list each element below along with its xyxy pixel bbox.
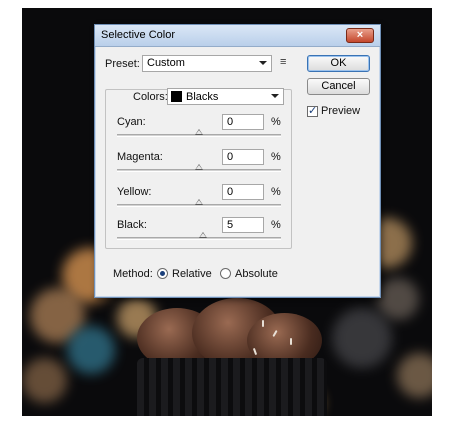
magenta-slider-thumb[interactable] xyxy=(195,164,203,170)
bokeh-light xyxy=(377,278,419,320)
bokeh-light xyxy=(67,326,115,374)
magenta-label: Magenta: xyxy=(117,151,163,163)
bokeh-light xyxy=(397,353,432,398)
preview-label: Preview xyxy=(321,105,361,117)
preview-checkbox[interactable]: ✓ xyxy=(307,105,318,117)
yellow-slider-thumb[interactable] xyxy=(195,199,203,205)
magenta-field[interactable]: 0 xyxy=(222,149,264,165)
black-slider-thumb[interactable] xyxy=(199,232,207,238)
magenta-slider-track[interactable] xyxy=(117,164,281,172)
sprinkle xyxy=(290,338,292,345)
black-label: Black: xyxy=(117,219,147,231)
selective-color-dialog: Selective Color × Preset: Custom ≡ OK Ca… xyxy=(94,24,381,298)
close-button[interactable]: × xyxy=(346,28,374,43)
absolute-label: Absolute xyxy=(235,268,278,280)
cyan-slider-track[interactable] xyxy=(117,129,281,137)
yellow-slider-track[interactable] xyxy=(117,199,281,207)
dialog-title: Selective Color xyxy=(101,29,175,41)
black-slider-track[interactable] xyxy=(117,232,281,240)
chevron-down-icon xyxy=(259,61,267,65)
bokeh-light xyxy=(332,308,392,368)
cyan-field[interactable]: 0 xyxy=(222,114,264,130)
cupcake-liner xyxy=(137,358,327,416)
percent-sign: % xyxy=(271,186,281,198)
relative-label: Relative xyxy=(172,268,212,280)
cancel-button[interactable]: Cancel xyxy=(307,78,370,95)
title-bar[interactable]: Selective Color × xyxy=(95,25,380,47)
absolute-radio[interactable] xyxy=(220,268,231,279)
method-label: Method: xyxy=(113,268,153,280)
colors-label: Colors: xyxy=(131,91,170,103)
bokeh-light xyxy=(22,358,67,403)
preset-select[interactable]: Custom xyxy=(142,55,272,72)
sprinkle xyxy=(262,320,264,327)
percent-sign: % xyxy=(271,116,281,128)
colors-value: Blacks xyxy=(186,91,219,103)
colors-select[interactable]: Blacks xyxy=(167,88,284,105)
radio-selected-dot xyxy=(160,271,165,276)
percent-sign: % xyxy=(271,219,281,231)
black-field[interactable]: 5 xyxy=(222,217,264,233)
cyan-label: Cyan: xyxy=(117,116,146,128)
preset-value: Custom xyxy=(147,57,185,69)
ok-button[interactable]: OK xyxy=(307,55,370,72)
preset-label: Preset: xyxy=(105,58,140,70)
percent-sign: % xyxy=(271,151,281,163)
preset-options-icon[interactable]: ≡ xyxy=(280,56,286,68)
checkmark-icon: ✓ xyxy=(308,105,318,117)
relative-radio[interactable] xyxy=(157,268,168,279)
yellow-field[interactable]: 0 xyxy=(222,184,264,200)
cyan-slider-thumb[interactable] xyxy=(195,129,203,135)
color-swatch xyxy=(171,91,182,102)
chevron-down-icon xyxy=(271,94,279,98)
yellow-label: Yellow: xyxy=(117,186,152,198)
